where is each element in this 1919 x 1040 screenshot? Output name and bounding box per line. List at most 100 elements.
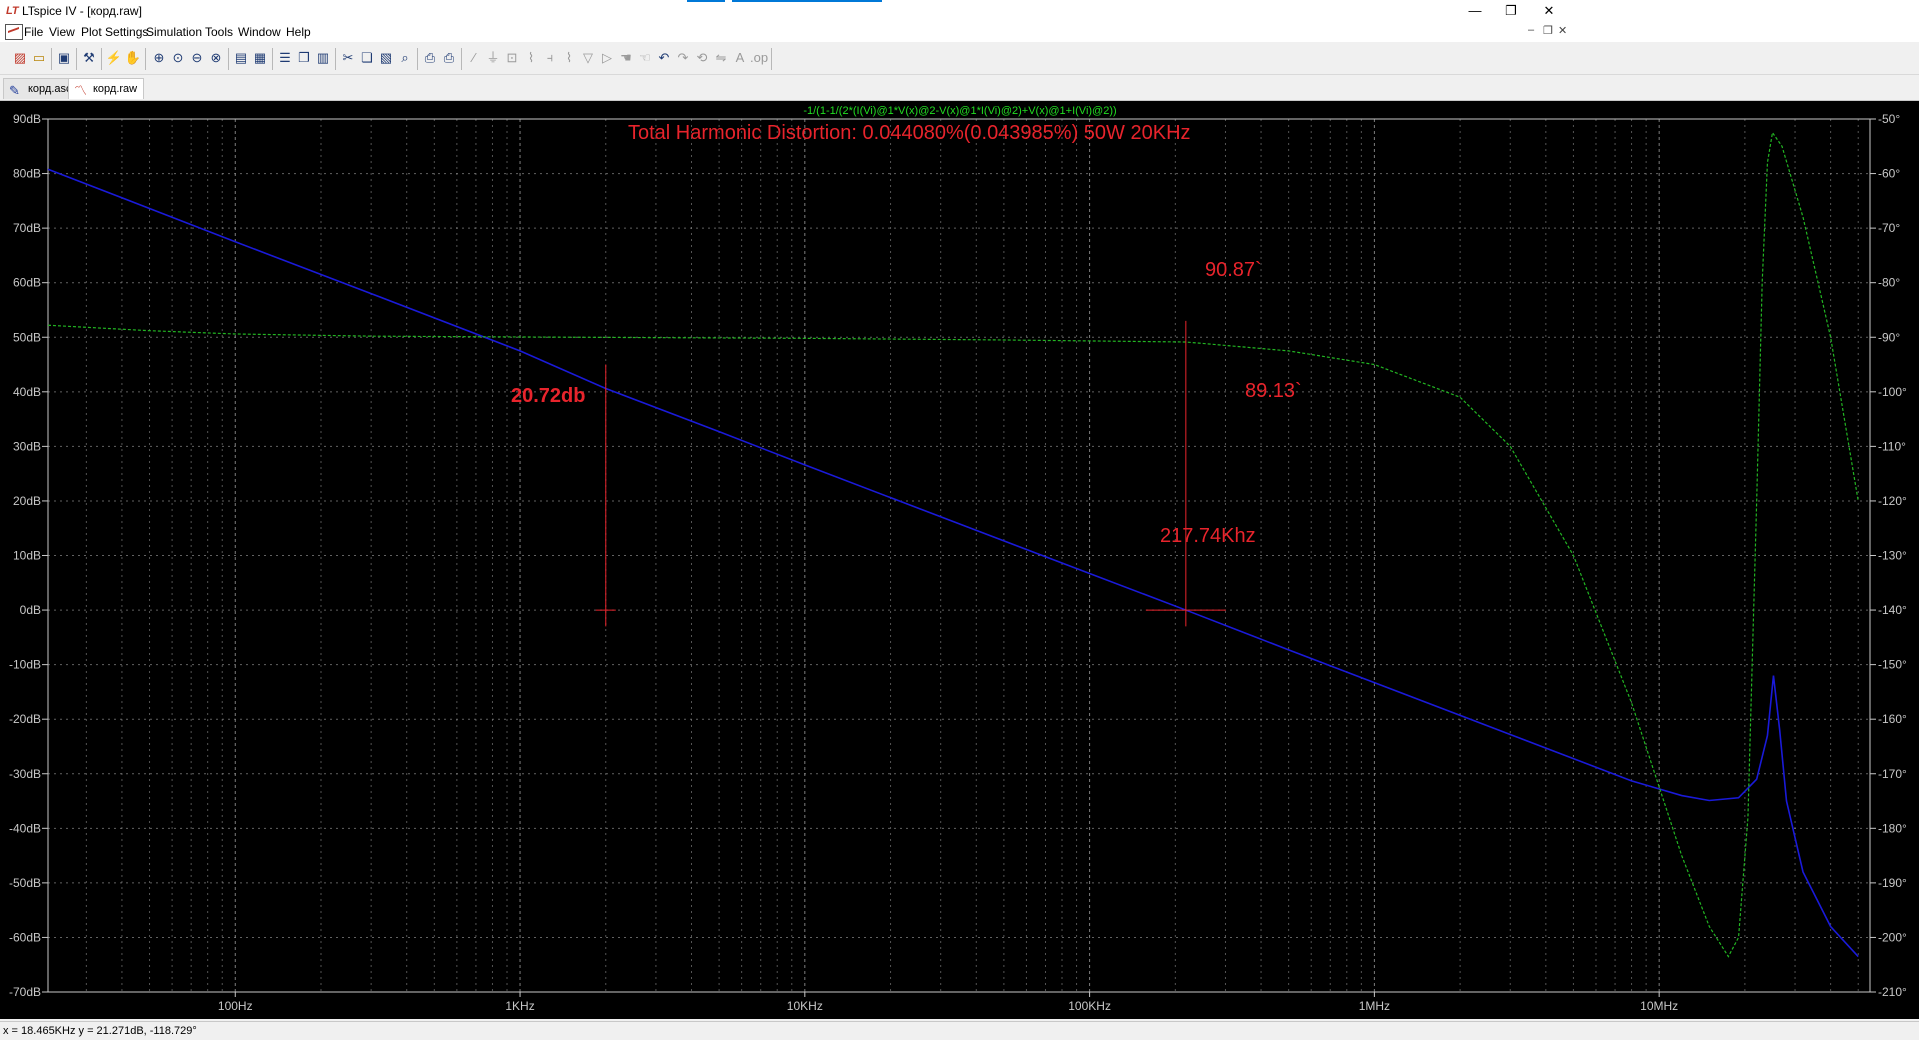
zoom-out-icon[interactable]: ⊖ xyxy=(188,49,206,67)
y-left-tick-label: 0dB xyxy=(20,603,41,617)
print-icon[interactable]: ⎙ xyxy=(440,49,458,67)
plot-annotations: -1/(1-1/(2*(I(Vi)@1*V(x)@2-V(x)@1*I(Vi)@… xyxy=(511,105,1302,547)
tab-label: корд.asc xyxy=(28,83,72,95)
autorange-icon[interactable]: ▤ xyxy=(232,49,250,67)
y-left-tick-label: 70dB xyxy=(13,221,41,235)
plot-grid xyxy=(48,118,1870,993)
y-left-tick-label: -20dB xyxy=(9,712,41,726)
menu-file[interactable]: File xyxy=(24,25,43,39)
print-preview-icon[interactable]: ⎙ xyxy=(421,49,439,67)
find-binoculars-icon[interactable]: ⌕ xyxy=(396,49,414,67)
zoom-in-icon[interactable]: ⊕ xyxy=(150,49,168,67)
y-left-tick-label: 50dB xyxy=(13,330,41,344)
toolbar-separator xyxy=(51,48,52,70)
save-icon[interactable]: ▣ xyxy=(55,49,73,67)
toolbar-separator xyxy=(461,48,462,70)
title-accent xyxy=(732,0,882,2)
y-left-tick-label: -60dB xyxy=(9,930,41,944)
tile-horizontal-icon[interactable]: ☰ xyxy=(276,49,294,67)
component-icon[interactable]: ▷ xyxy=(598,49,616,67)
tile-vertical-icon[interactable]: ▥ xyxy=(314,49,332,67)
undo-icon[interactable]: ↶ xyxy=(655,49,673,67)
copy-icon[interactable]: ❏ xyxy=(358,49,376,67)
mdi-minimize-button[interactable]: – xyxy=(1528,24,1534,36)
x-tick-label: 1MHz xyxy=(1359,999,1390,1013)
x-tick-label: 100KHz xyxy=(1068,999,1111,1013)
run-simulation-icon[interactable]: ⚡ xyxy=(105,49,123,67)
menu-simulation[interactable]: Simulation xyxy=(146,25,202,39)
y-left-tick-label: -30dB xyxy=(9,767,41,781)
toolbar-separator xyxy=(335,48,336,70)
y-left-tick-label: 60dB xyxy=(13,276,41,290)
y-left-tick-label: -40dB xyxy=(9,821,41,835)
title-accent xyxy=(687,0,725,2)
open-folder-icon[interactable]: ▭ xyxy=(30,49,48,67)
halt-hand-icon[interactable]: ✋ xyxy=(124,49,142,67)
draw-wire-icon[interactable]: ∕ xyxy=(465,49,483,67)
grid-icon[interactable]: ▦ xyxy=(251,49,269,67)
plot-axes: 90dB 80dB 70dB 60dB 50dB 40dB 30dB 20dB 10dB 0dB -… xyxy=(9,112,1907,1013)
toolbar-separator xyxy=(228,48,229,70)
inductor-icon[interactable]: ⌇ xyxy=(560,49,578,67)
move-hand-icon[interactable]: ☚ xyxy=(617,49,635,67)
zoom-fit-icon[interactable]: ⊗ xyxy=(207,49,225,67)
waveform-document-icon[interactable] xyxy=(5,24,23,40)
schematic-icon: ✎ xyxy=(9,83,20,98)
text-icon[interactable]: A xyxy=(731,49,749,67)
y-right-tick-label: -100° xyxy=(1878,385,1907,399)
tab-label: корд.raw xyxy=(93,83,138,95)
drag-icon[interactable]: ☜ xyxy=(636,49,654,67)
zoom-pan-icon[interactable]: ⊙ xyxy=(169,49,187,67)
magnitude-trace xyxy=(47,168,1859,958)
thd-annotation: Total Harmonic Distortion: 0.044080%(0.0… xyxy=(628,122,1191,144)
phase-at-crossover-annotation: 90.87` xyxy=(1205,259,1262,281)
rotate-icon[interactable]: ⟲ xyxy=(693,49,711,67)
bode-plot[interactable]: 90dB 80dB 70dB 60dB 50dB 40dB 30dB 20dB 10dB 0dB -… xyxy=(0,101,1919,1019)
paste-icon[interactable]: ▧ xyxy=(377,49,395,67)
y-right-tick-label: -180° xyxy=(1878,821,1907,835)
resistor-icon[interactable]: ⌇ xyxy=(522,49,540,67)
mdi-close-button[interactable]: ✕ xyxy=(1558,24,1567,37)
label-net-icon[interactable]: ⊡ xyxy=(503,49,521,67)
y-right-tick-label: -110° xyxy=(1878,439,1906,453)
cascade-windows-icon[interactable]: ❐ xyxy=(295,49,313,67)
y-right-tick-label: -130° xyxy=(1878,549,1907,563)
y-left-tick-label: -50dB xyxy=(9,876,41,890)
trace-expression-label[interactable]: -1/(1-1/(2*(I(Vi)@1*V(x)@2-V(x)@1*I(Vi)@… xyxy=(803,105,1116,117)
mirror-icon[interactable]: ⇋ xyxy=(712,49,730,67)
cut-icon[interactable]: ✂ xyxy=(339,49,357,67)
y-right-tick-label: -200° xyxy=(1878,930,1907,944)
x-tick-label: 100Hz xyxy=(218,999,253,1013)
y-left-tick-label: -70dB xyxy=(9,985,41,999)
menu-view[interactable]: View xyxy=(49,25,75,39)
toolbar-separator xyxy=(771,48,772,70)
status-bar: x = 18.465KHz y = 21.271dB, -118.729° xyxy=(0,1021,1919,1040)
y-left-tick-label: 20dB xyxy=(13,494,41,508)
y-right-tick-label: -190° xyxy=(1878,876,1907,890)
diode-icon[interactable]: ▽ xyxy=(579,49,597,67)
new-schematic-icon[interactable]: ▨ xyxy=(11,49,29,67)
y-right-tick-label: -70° xyxy=(1878,221,1900,235)
y-right-tick-label: -140° xyxy=(1878,603,1907,617)
menu-help[interactable]: Help xyxy=(286,25,311,39)
cursor-readout: x = 18.465KHz y = 21.271dB, -118.729° xyxy=(3,1025,197,1037)
menu-window[interactable]: Window xyxy=(238,25,281,39)
x-tick-label: 10KHz xyxy=(787,999,823,1013)
redo-icon[interactable]: ↷ xyxy=(674,49,692,67)
close-button[interactable]: ✕ xyxy=(1526,0,1572,22)
tab-waveform[interactable]: 〽 корд.raw xyxy=(68,78,145,99)
spice-directive-icon[interactable]: .op xyxy=(750,49,768,67)
menu-tools[interactable]: Tools xyxy=(205,25,233,39)
y-left-tick-label: 30dB xyxy=(13,439,41,453)
waveform-plot-pane[interactable]: 90dB 80dB 70dB 60dB 50dB 40dB 30dB 20dB 10dB 0dB -… xyxy=(0,101,1919,1019)
y-right-tick-label: -160° xyxy=(1878,712,1907,726)
menu-plot-settings[interactable]: Plot Settings xyxy=(81,25,148,39)
mdi-restore-button[interactable]: ❐ xyxy=(1543,24,1553,37)
capacitor-icon[interactable]: ⫞ xyxy=(541,49,559,67)
window-title: LTspice IV - [корд.raw] xyxy=(22,4,142,18)
control-panel-hammer-icon[interactable]: ⚒ xyxy=(80,49,98,67)
phase-trace xyxy=(47,131,1859,958)
menu-bar: File View Plot Settings Simulation Tools… xyxy=(0,22,1919,42)
toolbar-separator xyxy=(101,48,102,70)
ground-icon[interactable]: ⏚ xyxy=(484,49,502,67)
